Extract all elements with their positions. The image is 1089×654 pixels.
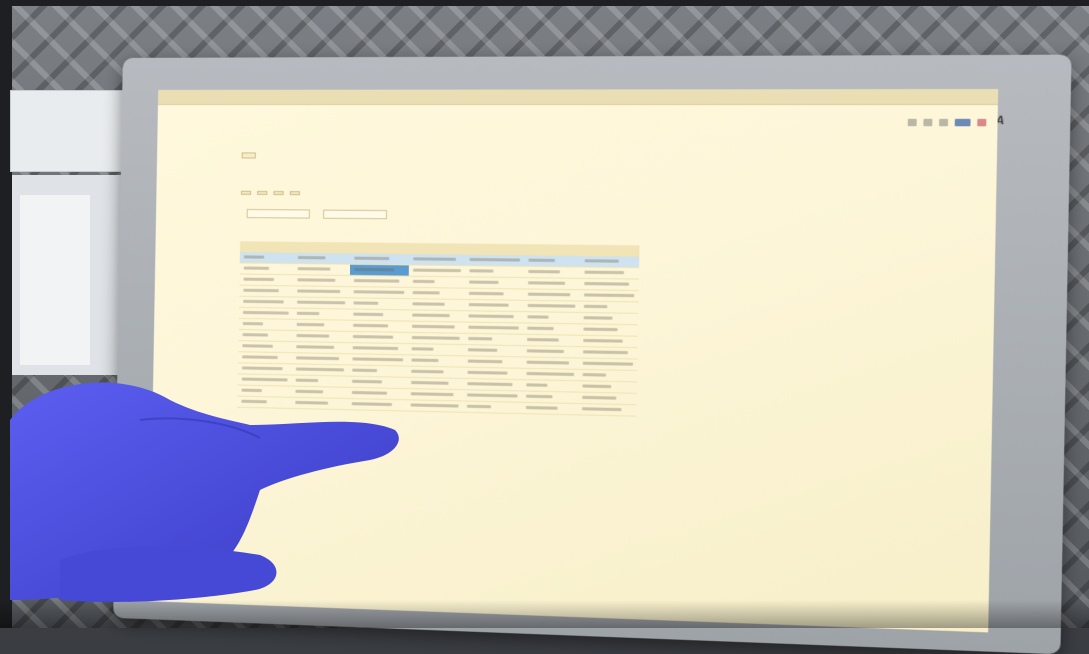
table-cell bbox=[463, 401, 522, 414]
background-paper-sheet bbox=[10, 90, 137, 172]
table-cell bbox=[349, 320, 408, 332]
table-cell bbox=[349, 309, 408, 321]
toolbar-icon[interactable] bbox=[939, 119, 948, 126]
table-cell bbox=[293, 264, 350, 276]
table-cell bbox=[349, 298, 408, 310]
table-cell bbox=[350, 264, 409, 276]
table-cell bbox=[579, 312, 638, 324]
gloved-hand-pointing bbox=[0, 360, 420, 620]
table-cell bbox=[578, 403, 637, 416]
table-cell bbox=[524, 278, 580, 290]
grid-column-header[interactable] bbox=[581, 245, 640, 257]
table-cell bbox=[293, 275, 350, 287]
table-cell bbox=[239, 296, 293, 308]
table-cell bbox=[239, 307, 293, 319]
table-cell bbox=[349, 287, 408, 299]
grid-column-header[interactable] bbox=[350, 242, 409, 253]
glove-thumb bbox=[60, 546, 276, 602]
table-cell bbox=[240, 263, 294, 275]
tab-current[interactable] bbox=[242, 152, 256, 158]
table-cell bbox=[240, 252, 294, 264]
table-cell bbox=[239, 318, 293, 330]
table-cell bbox=[465, 288, 524, 300]
table-cell bbox=[408, 332, 464, 344]
app-titlebar bbox=[158, 89, 998, 105]
table-cell bbox=[580, 256, 639, 268]
photo-frame-top bbox=[0, 0, 1089, 6]
table-cell bbox=[238, 330, 292, 342]
table-cell bbox=[293, 308, 350, 320]
filter-input[interactable] bbox=[323, 210, 387, 220]
toolbar-button[interactable] bbox=[290, 191, 300, 195]
toolbar-icon[interactable] bbox=[908, 119, 917, 126]
toolbar-button[interactable] bbox=[257, 191, 267, 195]
table-cell bbox=[523, 323, 579, 335]
table-cell bbox=[408, 310, 464, 322]
table-cell bbox=[464, 322, 523, 334]
table-cell bbox=[350, 253, 409, 265]
table-cell bbox=[524, 289, 580, 301]
desk-shadow bbox=[0, 600, 1089, 628]
table-cell bbox=[523, 300, 579, 312]
table-cell bbox=[409, 276, 465, 288]
table-cell bbox=[580, 278, 639, 290]
filter-row bbox=[241, 209, 394, 219]
table-cell bbox=[580, 290, 639, 302]
tab-row bbox=[242, 152, 259, 160]
table-cell bbox=[294, 252, 351, 264]
alert-icon[interactable] bbox=[977, 119, 986, 126]
table-cell bbox=[350, 275, 409, 287]
toolbar-button[interactable] bbox=[273, 191, 283, 195]
table-cell bbox=[239, 274, 293, 286]
table-cell bbox=[580, 267, 639, 279]
table-cell bbox=[293, 297, 350, 309]
table-cell bbox=[521, 402, 577, 415]
user-badge-icon[interactable] bbox=[955, 119, 971, 126]
table-cell bbox=[293, 286, 350, 298]
top-toolbar-icons bbox=[908, 119, 987, 127]
table-cell bbox=[464, 299, 523, 311]
table-cell bbox=[579, 324, 638, 336]
table-cell bbox=[524, 266, 580, 278]
grid-column-header[interactable] bbox=[294, 242, 351, 253]
table-cell bbox=[465, 277, 524, 289]
filter-input[interactable] bbox=[247, 209, 310, 219]
table-cell bbox=[579, 301, 638, 313]
table-cell bbox=[292, 319, 349, 331]
table-cell bbox=[464, 311, 523, 323]
table-cell bbox=[408, 287, 464, 299]
table-cell bbox=[408, 321, 464, 333]
grid-column-header[interactable] bbox=[524, 244, 580, 255]
grid-column-header[interactable] bbox=[465, 244, 524, 255]
table-cell bbox=[239, 285, 293, 297]
table-cell bbox=[408, 299, 464, 311]
grid-column-header[interactable] bbox=[409, 243, 465, 254]
table-cell bbox=[409, 254, 466, 266]
table-cell bbox=[523, 312, 579, 324]
toolbar bbox=[241, 191, 300, 195]
table-cell bbox=[524, 255, 580, 267]
grid-column-header[interactable] bbox=[240, 241, 294, 252]
toolbar-button[interactable] bbox=[241, 191, 251, 195]
table-cell bbox=[409, 265, 465, 277]
background-box-inner bbox=[20, 195, 90, 365]
table-cell bbox=[465, 254, 524, 266]
toolbar-icon[interactable] bbox=[923, 119, 932, 126]
table-cell bbox=[465, 266, 524, 278]
table-cell bbox=[523, 334, 579, 346]
